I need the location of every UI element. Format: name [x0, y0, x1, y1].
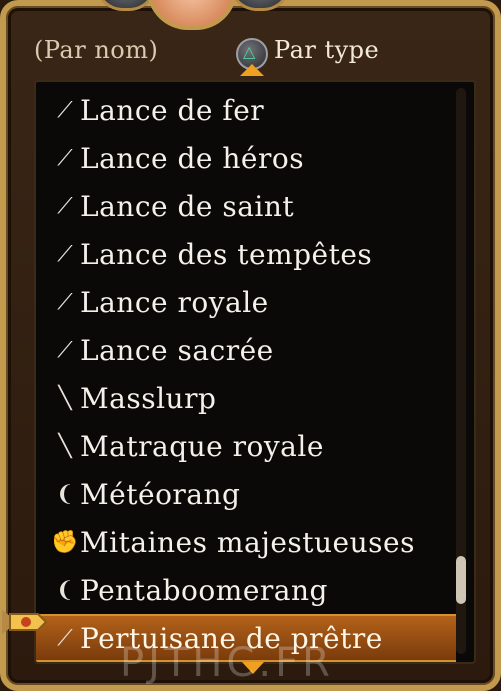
list-item-label: Météorang [80, 477, 241, 511]
top-medallions: ✦ [95, 0, 291, 32]
spear-icon: ⟋ [57, 289, 73, 315]
spear-icon: ⟋ [57, 97, 73, 123]
staff-icon: ╲ [58, 433, 72, 459]
list-item-label: Lance royale [80, 285, 269, 319]
list-item[interactable]: ⟋ Lance sacrée [36, 326, 456, 374]
list-item[interactable]: ✊ Mitaines majestueuses [36, 518, 456, 566]
sort-by-type-option[interactable]: Par type [274, 36, 379, 64]
spear-icon: ⟋ [57, 337, 73, 363]
list-item-label: Masslurp [80, 381, 217, 415]
list-item[interactable]: ╲ Matraque royale [36, 422, 456, 470]
watermark: PJTHC.FR [120, 640, 334, 686]
list-item[interactable]: ⟋ Lance royale [36, 278, 456, 326]
list-item-label: Lance des tempêtes [80, 237, 373, 271]
list-item[interactable]: ⟋ Lance de fer [36, 86, 456, 134]
sort-by-name-option[interactable]: (Par nom) [34, 36, 158, 64]
right-medallion [229, 0, 291, 11]
list-item[interactable]: ⟋ Lance de héros [36, 134, 456, 182]
list-item[interactable]: ❨ Météorang [36, 470, 456, 518]
list-item[interactable]: ╲ Masslurp [36, 374, 456, 422]
list-item-label: Matraque royale [80, 429, 324, 463]
scrollbar-thumb[interactable] [456, 556, 466, 604]
boomerang-icon: ❨ [55, 577, 75, 603]
list-item-label: Lance de fer [80, 93, 265, 127]
list-item-label: Lance de héros [80, 141, 305, 175]
list-item[interactable]: ❨ Pentaboomerang [36, 566, 456, 614]
item-list: ⟋ Lance de fer ⟋ Lance de héros ⟋ Lance de sa… [36, 86, 456, 662]
spear-icon: ⟋ [57, 145, 73, 171]
list-item[interactable]: ⟋ Lance de saint [36, 182, 456, 230]
spear-icon: ⟋ [57, 625, 73, 651]
scroll-up-arrow-icon[interactable] [240, 64, 264, 76]
staff-icon: ╲ [58, 385, 72, 411]
selection-pointer-icon [2, 610, 48, 634]
list-item-label: Mitaines majestueuses [80, 525, 415, 559]
left-medallion [95, 0, 157, 11]
list-item-label: Pentaboomerang [80, 573, 328, 607]
list-item-label: Lance de saint [80, 189, 295, 223]
list-item-label: Lance sacrée [80, 333, 274, 367]
item-list-panel: ⟋ Lance de fer ⟋ Lance de héros ⟋ Lance de sa… [34, 80, 476, 664]
center-medallion: ✦ [147, 0, 237, 30]
spear-icon: ⟋ [57, 241, 73, 267]
gauntlet-icon: ✊ [51, 529, 79, 555]
boomerang-icon: ❨ [55, 481, 75, 507]
spear-icon: ⟋ [57, 193, 73, 219]
list-item[interactable]: ⟋ Lance des tempêtes [36, 230, 456, 278]
